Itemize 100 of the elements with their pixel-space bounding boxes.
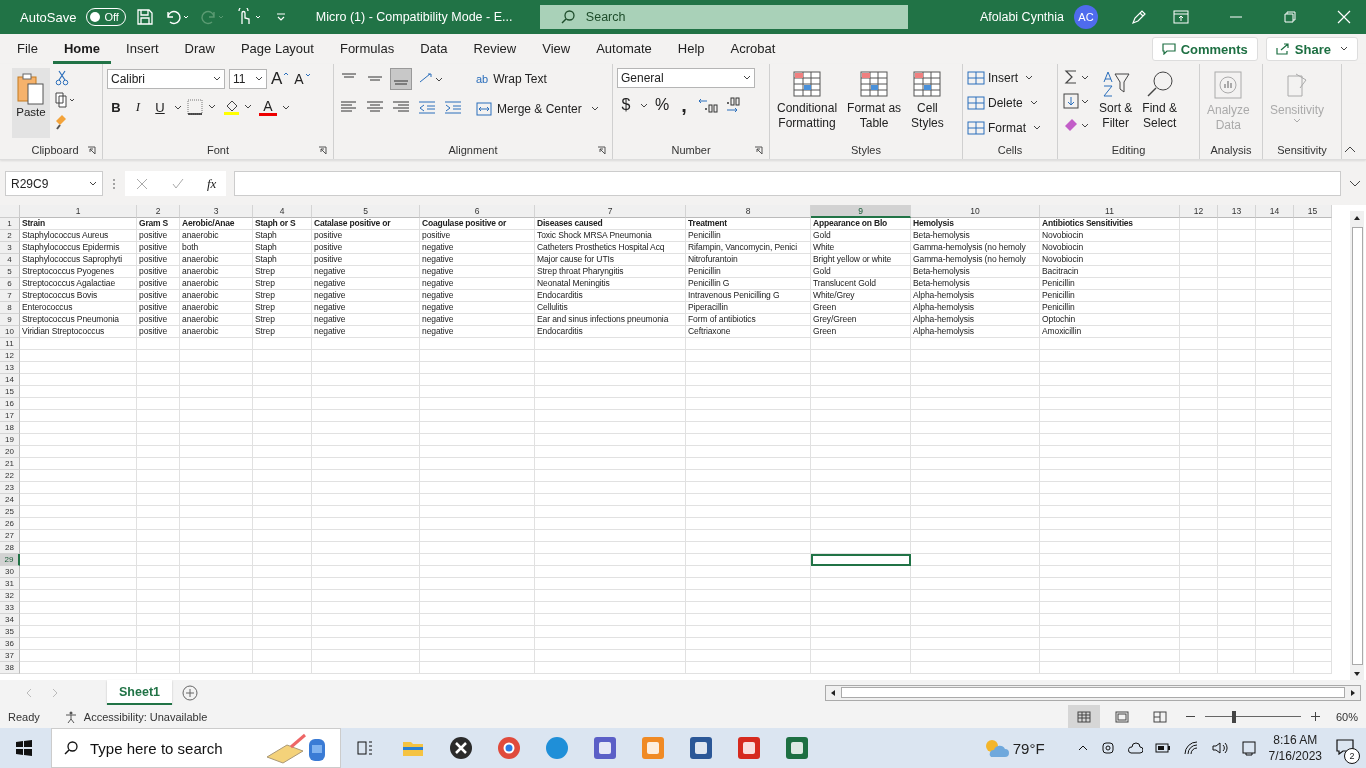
sheet-tab[interactable]: Sheet1 [107,680,172,705]
font-color-button[interactable]: A [259,98,277,116]
row-header[interactable]: 32 [0,590,20,602]
column-header[interactable]: 1 [20,205,137,218]
row-header[interactable]: 25 [0,506,20,518]
column-header[interactable]: 14 [1256,205,1294,218]
notification-icon[interactable] [1336,738,1354,755]
row-header[interactable]: 16 [0,398,20,410]
number-format-dropdown[interactable]: General [617,68,755,88]
dialog-launcher-icon[interactable] [87,146,96,155]
percent-button[interactable]: % [653,94,671,116]
column-header[interactable]: 8 [686,205,811,218]
row-header[interactable]: 33 [0,602,20,614]
row-header[interactable]: 28 [0,542,20,554]
next-sheet-icon[interactable] [51,687,59,698]
selected-cell[interactable] [811,554,911,566]
font-name-dropdown[interactable]: Calibri [107,69,225,89]
row-header[interactable]: 12 [0,350,20,362]
row-header[interactable]: 36 [0,638,20,650]
row-header[interactable]: 6 [0,278,20,290]
row-header[interactable]: 10 [0,326,20,338]
ribbon-tab[interactable]: Review [462,34,528,64]
font-size-dropdown[interactable]: 11 [229,69,267,89]
row-header[interactable]: 34 [0,614,20,626]
dialog-launcher-icon[interactable] [597,146,606,155]
row-header[interactable]: 3 [0,242,20,254]
taskbar-search-field[interactable]: Type here to search [51,728,341,768]
row-header[interactable]: 1 [0,218,20,230]
previous-sheet-icon[interactable] [25,687,33,698]
column-header[interactable]: 9 [811,205,911,218]
ribbon-tab[interactable]: File [6,34,49,64]
column-header[interactable]: 11 [1040,205,1180,218]
cells-button[interactable]: Insert [967,68,1033,87]
insert-function-button[interactable]: fx [207,175,217,192]
cloud-icon[interactable] [1126,742,1143,754]
ribbon-tab[interactable]: Help [666,34,716,64]
collapse-ribbon-icon[interactable] [1344,145,1356,153]
find-select-button[interactable]: Find & Select [1139,68,1181,133]
row-header[interactable]: 24 [0,494,20,506]
row-header[interactable]: 27 [0,530,20,542]
clock-date[interactable]: 7/16/2023 [1268,748,1322,764]
battery-icon[interactable] [1154,743,1171,753]
row-header[interactable]: 31 [0,578,20,590]
accessibility-status[interactable]: Accessibility: Unavailable [83,710,208,723]
ribbon-tab[interactable]: Formulas [328,34,406,64]
clock-time[interactable]: 8:16 AM [1273,732,1318,748]
wifi-icon[interactable] [1182,741,1199,755]
underline-button[interactable]: U [151,96,169,118]
column-header[interactable]: 7 [535,205,686,218]
row-header[interactable]: 37 [0,650,20,662]
wrap-text-button[interactable]: ab Wrap Text [476,68,599,90]
ribbon-tab[interactable]: Acrobat [719,34,787,64]
ribbon-tab[interactable]: Page Layout [229,34,325,64]
row-header[interactable]: 20 [0,446,20,458]
row-header[interactable]: 22 [0,470,20,482]
styles-button[interactable]: Conditional Formatting [774,68,841,133]
copy-icon[interactable] [54,92,76,108]
row-header[interactable]: 9 [0,314,20,326]
row-header[interactable]: 7 [0,290,20,302]
pen-icon[interactable] [1130,8,1148,26]
column-header[interactable]: 13 [1218,205,1256,218]
enter-icon[interactable] [171,176,185,191]
row-header[interactable]: 5 [0,266,20,278]
column-header[interactable]: 15 [1294,205,1332,218]
device-icon[interactable] [1240,740,1257,756]
add-sheet-icon[interactable] [182,684,198,701]
dialog-launcher-icon[interactable] [318,146,327,155]
row-header[interactable]: 26 [0,518,20,530]
comments-button[interactable]: Comments [1151,37,1258,61]
row-header[interactable]: 18 [0,422,20,434]
column-header[interactable]: 6 [420,205,535,218]
bold-button[interactable]: B [107,96,125,118]
column-header[interactable]: 10 [911,205,1040,218]
align-bottom-icon[interactable] [390,68,412,90]
row-header[interactable]: 21 [0,458,20,470]
row-header[interactable]: 38 [0,662,20,674]
ribbon-tab[interactable]: Automate [585,34,663,64]
horizontal-scrollbar[interactable] [825,684,1361,701]
row-header[interactable]: 15 [0,386,20,398]
share-button[interactable]: Share [1265,37,1358,61]
restore-icon[interactable] [1283,10,1297,24]
italic-button[interactable]: I [129,96,147,118]
column-header[interactable]: 2 [137,205,180,218]
decrease-font-button[interactable]: A [293,68,312,90]
row-header[interactable]: 29 [0,554,20,566]
row-header[interactable]: 8 [0,302,20,314]
row-header[interactable]: 2 [0,230,20,242]
styles-button[interactable]: Cell Styles [908,68,947,133]
formula-input[interactable] [234,171,1341,196]
cancel-icon[interactable] [135,176,149,191]
increase-font-button[interactable]: A [271,68,290,90]
vertical-scrollbar[interactable] [1350,211,1364,680]
drag-handle-icon[interactable] [111,176,117,191]
view-button[interactable] [1067,705,1100,728]
paste-button[interactable]: Paste [12,68,50,138]
ribbon-display-icon[interactable] [1173,10,1189,24]
row-header[interactable]: 14 [0,374,20,386]
row-header[interactable]: 35 [0,626,20,638]
row-header[interactable]: 30 [0,566,20,578]
row-header[interactable]: 23 [0,482,20,494]
